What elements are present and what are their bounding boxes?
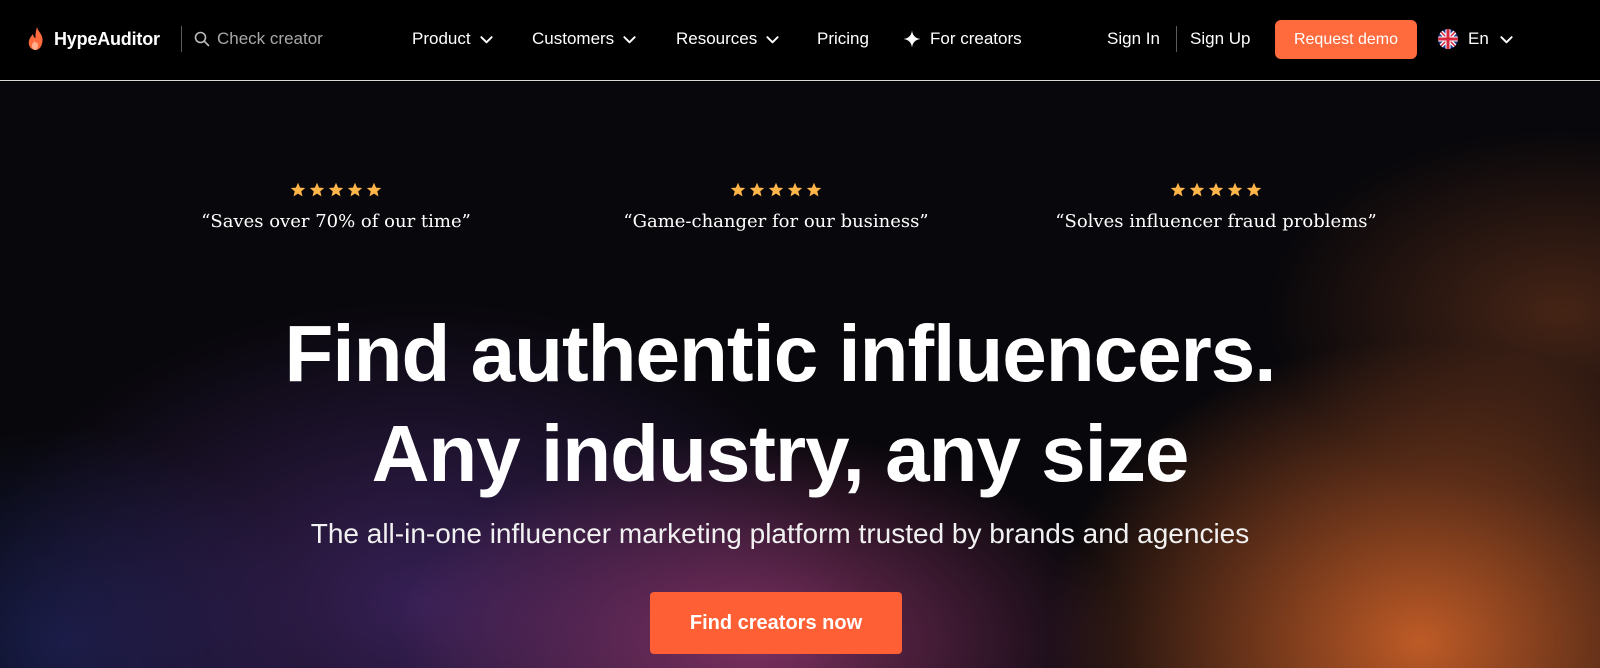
nav-for-creators-label: For creators: [930, 29, 1022, 48]
star-icon: [768, 182, 784, 197]
check-creator-input[interactable]: [217, 29, 357, 49]
star-rating: [126, 182, 546, 198]
star-icon: [806, 182, 822, 197]
hero-section: “Saves over 70% of our time” “Game-chang…: [0, 82, 1600, 668]
sign-in-link[interactable]: Sign In: [1107, 26, 1160, 52]
request-demo-label: Request demo: [1293, 30, 1399, 48]
nav-for-creators[interactable]: For creators: [903, 26, 1022, 52]
language-label: En: [1468, 29, 1489, 48]
star-icon: [290, 182, 306, 197]
top-navigation-bar: HypeAuditor Product Customers Resources …: [0, 0, 1600, 81]
star-icon: [328, 182, 344, 197]
chevron-down-icon: [623, 35, 636, 43]
review-quote: “Game-changer for our business”: [623, 211, 929, 232]
nav-pricing-label: Pricing: [817, 29, 869, 48]
nav-resources[interactable]: Resources: [676, 26, 780, 52]
review-card: “Game-changer for our business”: [566, 182, 986, 232]
sign-up-label: Sign Up: [1190, 29, 1251, 48]
star-icon: [730, 182, 746, 197]
hypeauditor-logo[interactable]: HypeAuditor: [26, 25, 160, 53]
find-creators-button[interactable]: Find creators now: [650, 592, 902, 654]
hero-subtitle: The all-in-one influencer marketing plat…: [310, 518, 1250, 549]
sign-in-label: Sign In: [1107, 29, 1160, 48]
request-demo-button[interactable]: Request demo: [1275, 20, 1417, 59]
star-icon: [1208, 182, 1224, 197]
search-icon: [194, 31, 210, 47]
nav-pricing[interactable]: Pricing: [817, 26, 869, 52]
review-quote: “Saves over 70% of our time”: [201, 211, 471, 232]
hero-headline-line-1: Find authentic influencers.: [284, 309, 1277, 398]
nav-product[interactable]: Product: [412, 26, 494, 52]
find-creators-label: Find creators now: [689, 611, 863, 634]
star-icon: [1170, 182, 1186, 197]
nav-resources-label: Resources: [676, 29, 758, 48]
star-icon: [1189, 182, 1205, 197]
star-icon: [787, 182, 803, 197]
nav-divider: [1176, 26, 1177, 52]
star-icon: [309, 182, 325, 197]
review-card: “Saves over 70% of our time”: [126, 182, 546, 232]
sparkle-icon: [903, 30, 921, 48]
chevron-down-icon: [766, 35, 779, 43]
logo-text: HypeAuditor: [54, 28, 160, 49]
flame-icon: [28, 27, 43, 50]
chevron-down-icon: [1500, 35, 1513, 43]
star-icon: [1246, 182, 1262, 197]
chevron-down-icon: [480, 35, 493, 43]
star-icon: [1227, 182, 1243, 197]
star-rating: [1006, 182, 1426, 198]
hero-headline-line-2: Any industry, any size: [371, 409, 1190, 498]
nav-divider: [181, 26, 182, 52]
review-card: “Solves influencer fraud problems”: [1006, 182, 1426, 232]
uk-flag-icon: [1438, 29, 1458, 49]
star-icon: [366, 182, 382, 197]
hero-headline: Find authentic influencers. Any industry…: [0, 304, 1560, 504]
nav-customers-label: Customers: [532, 29, 615, 48]
sign-up-link[interactable]: Sign Up: [1190, 26, 1250, 52]
star-icon: [347, 182, 363, 197]
star-rating: [566, 182, 986, 198]
nav-product-label: Product: [412, 29, 471, 48]
review-quote: “Solves influencer fraud problems”: [1055, 211, 1377, 232]
nav-customers[interactable]: Customers: [532, 26, 637, 52]
search-bar[interactable]: [194, 26, 364, 52]
language-selector[interactable]: En: [1438, 26, 1514, 52]
star-icon: [749, 182, 765, 197]
